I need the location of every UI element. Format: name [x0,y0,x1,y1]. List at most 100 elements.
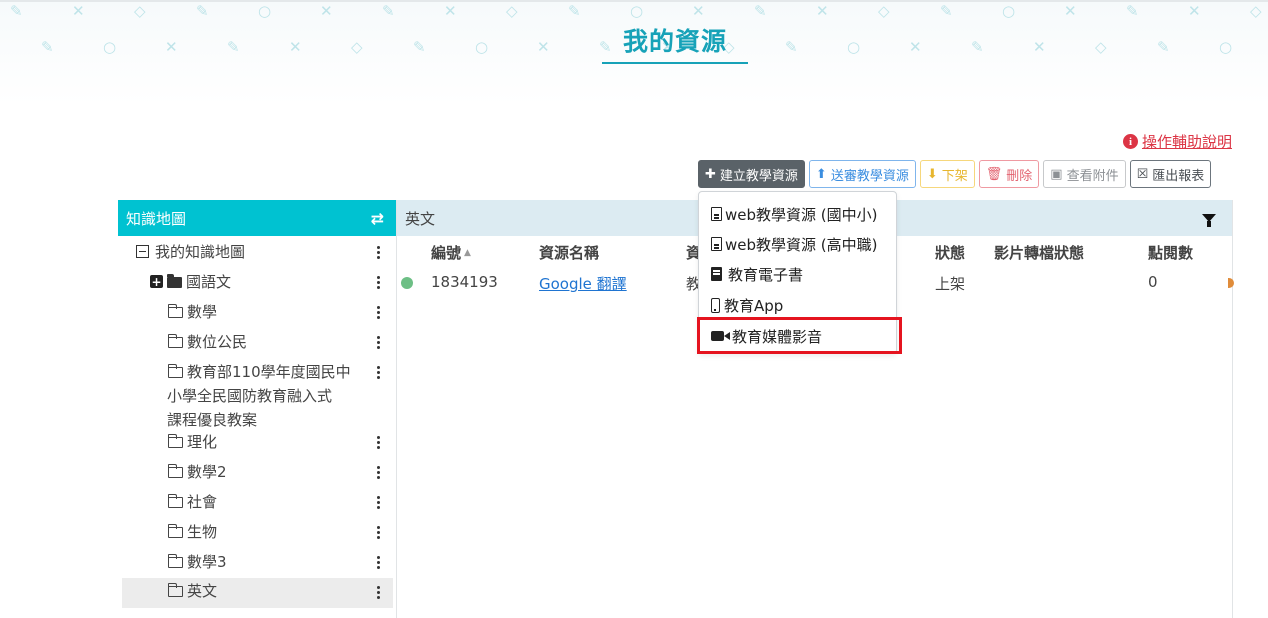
knowledge-map-title: 知識地圖 [126,209,187,228]
images-icon: ▣ [1050,166,1063,182]
dropdown-item-ebook[interactable]: 教育電子書 [711,262,803,286]
more-options-icon[interactable] [377,556,381,569]
tree-item-math2[interactable]: 數學2 [167,460,393,484]
tree-item-label-line: 小學全民國防教育融入式 [167,387,333,405]
folder-open-icon [167,334,183,348]
tree-item-label: 數學3 [187,553,227,571]
dropdown-item-label: 教育電子書 [728,265,804,284]
dropdown-item-label: web教學資源 (高中職) [725,235,878,254]
tree-item-label-multiline: 教育部110學年度國民中 小學全民國防教育融入式 課程優良教案 [167,360,367,432]
dropdown-item-web-elementary[interactable]: web教學資源 (國中小) [711,202,878,226]
dropdown-item-media-video[interactable]: 教育媒體影音 [711,324,822,348]
tree-item-social[interactable]: 社會 [167,490,393,514]
create-resource-dropdown: web教學資源 (國中小) web教學資源 (高中職) 教育電子書 教育App … [698,191,897,354]
column-header-name[interactable]: 資源名稱 [539,242,599,263]
pattern-glyph: ✕ [320,2,333,20]
folder-open-icon [167,583,183,597]
more-options-icon[interactable] [377,306,381,319]
more-options-icon[interactable] [377,586,381,599]
pattern-glyph: ✕ [444,2,457,20]
tree-item-guoyuwen[interactable]: + 國語文 [150,270,393,294]
page-title: 我的資源 [622,27,727,56]
dropdown-item-app[interactable]: 教育App [711,293,783,317]
filter-icon[interactable] [1202,214,1216,227]
more-options-icon[interactable] [377,366,381,379]
tree-item-biology[interactable]: 生物 [167,520,393,544]
column-header-views[interactable]: 點閱數 [1148,242,1193,263]
header-band: ✎ ✕ ◇ ✎ ○ ✕ ✎ ✕ ◇ ✎ ○ ✕ ✎ ✕ ◇ ✎ ○ ✕ ✎ ✕ ◇ ✎ ○ ✕ ✎ ✕ ◇ ✎ ○ ✕ ✎ ✕ ◇ ✎ ○ ✕ ✎ ✕ ◇ ✎… [0,0,1268,105]
more-options-icon[interactable] [377,436,381,449]
tree-item-label: 國語文 [186,273,232,291]
pattern-glyph: ✎ [754,2,767,20]
delete-button[interactable]: 🗑 刪除 [978,160,1040,188]
pattern-glyph: ◇ [1095,38,1107,56]
send-review-button[interactable]: ⬆ 送審教學資源 [808,160,916,188]
take-down-button[interactable]: ⬇ 下架 [919,160,975,188]
export-report-button[interactable]: ☒ 匯出報表 [1129,160,1212,188]
pattern-glyph: ✎ [568,2,581,20]
video-camera-icon [711,331,730,341]
tree-item-label: 社會 [187,493,218,511]
more-options-icon[interactable] [377,336,381,349]
pattern-glyph: ✎ [41,38,54,56]
folder-open-icon [167,464,183,478]
resource-name-link[interactable]: Google 翻譯 [539,273,627,294]
sort-asc-icon: ▲ [464,248,471,258]
column-header-status[interactable]: 狀態 [935,242,965,263]
create-resource-button[interactable]: ✚ 建立教學資源 [698,160,805,188]
help-link-label: 操作輔助說明 [1141,133,1232,151]
row-action-indicator [1228,278,1234,288]
tree-item-physics-chemistry[interactable]: 理化 [167,430,393,454]
file-download-icon: ⬇ [926,166,938,182]
more-options-icon[interactable] [377,466,381,479]
pattern-glyph: ✎ [971,38,984,56]
pattern-glyph: ○ [1219,38,1233,56]
pattern-glyph: ✎ [382,2,395,20]
trash-icon: 🗑 [985,166,1003,182]
pattern-glyph: ◇ [878,2,890,20]
folder-open-icon [167,524,183,538]
pattern-glyph: ○ [847,38,861,56]
delete-label: 刪除 [1006,168,1033,184]
pattern-glyph: ✎ [1126,2,1139,20]
tree-item-label: 數學2 [187,463,227,481]
page-root: ✎ ✕ ◇ ✎ ○ ✕ ✎ ✕ ◇ ✎ ○ ✕ ✎ ✕ ◇ ✎ ○ ✕ ✎ ✕ ◇ ✎ ○ ✕ ✎ ✕ ◇ ✎ ○ ✕ ✎ ✕ ◇ ✎ ○ ✕ ✎ ✕ ◇ ✎… [0,0,1268,618]
pattern-glyph: ○ [475,38,489,56]
pattern-glyph: ✕ [537,38,550,56]
column-header-video-status[interactable]: 影片轉檔狀態 [994,242,1084,263]
tree-item-math3[interactable]: 數學3 [167,550,393,574]
swap-arrows-icon[interactable]: ⇄ [371,209,384,228]
tree-item-math[interactable]: 數學 [167,300,393,324]
more-options-icon[interactable] [377,496,381,509]
send-review-label: 送審教學資源 [830,168,909,184]
pattern-glyph: ✕ [816,2,829,20]
create-resource-label: 建立教學資源 [719,168,798,184]
expand-toggle-icon[interactable]: + [150,275,163,288]
tree-item-label: 數位公民 [187,333,248,351]
help-link[interactable]: i 操作輔助說明 [1122,131,1232,152]
dropdown-item-web-highschool[interactable]: web教學資源 (高中職) [711,232,878,256]
more-options-icon[interactable] [377,246,381,259]
pattern-glyph: ◇ [1250,2,1262,20]
tree-item-label: 生物 [187,523,218,541]
tree-item-english-selected[interactable]: 英文 [122,578,393,608]
pattern-glyph: ◇ [506,2,518,20]
dropdown-item-label: 教育媒體影音 [732,327,823,346]
view-attachments-button[interactable]: ▣ 查看附件 [1043,160,1126,188]
collapse-toggle-icon[interactable] [136,245,149,258]
folder-open-icon [167,434,183,448]
info-circle-icon: i [1122,134,1138,149]
action-toolbar: ✚ 建立教學資源 ⬆ 送審教學資源 ⬇ 下架 🗑 刪除 ▣ 查看附件 ☒ 匯出報… [698,160,1212,188]
tree-item-label-line: 教育部110學年度國民中 [187,363,351,381]
dropdown-item-label: web教學資源 (國中小) [725,205,878,224]
more-options-icon[interactable] [377,526,381,539]
file-excel-icon: ☒ [1136,166,1149,182]
column-header-id[interactable]: 編號 ▲ [431,242,471,263]
folder-open-icon [167,554,183,568]
pattern-glyph: ○ [1002,2,1016,20]
tree-item-defense-education[interactable]: 教育部110學年度國民中 小學全民國防教育融入式 課程優良教案 [167,360,393,432]
pattern-glyph: ✕ [165,38,178,56]
tree-item-digital-citizen[interactable]: 數位公民 [167,330,393,354]
more-options-icon[interactable] [377,276,381,289]
tree-root[interactable]: 我的知識地圖 [136,240,393,264]
